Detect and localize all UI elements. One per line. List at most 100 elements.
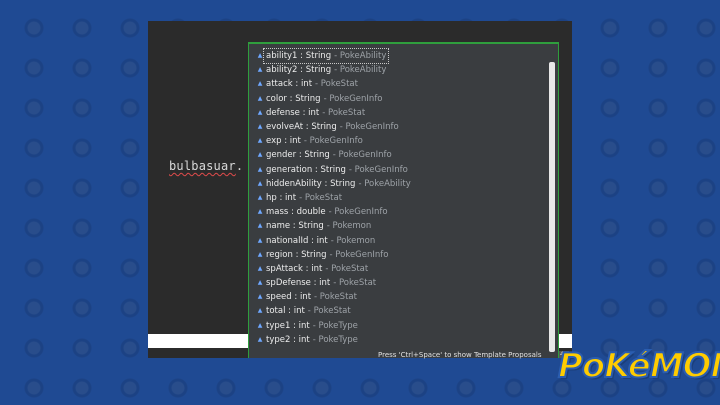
proposal-owner: - PokeStat [325,263,369,274]
proposal-item[interactable]: ▲ spAttack : int - PokeStat [249,262,545,276]
proposal-declaration: attack : int [266,79,313,90]
field-icon: ▲ [257,108,263,116]
popup-scrollbar[interactable] [549,62,555,352]
proposal-declaration: type2 : int [266,334,310,345]
proposal-text: exp : int - PokeGenInfo [266,134,363,148]
proposal-text: attack : int - PokeStat [266,77,358,91]
proposal-text: defense : int - PokeStat [266,106,365,120]
proposal-item[interactable]: ▲ mass : double - PokeGenInfo [249,205,545,219]
code-dot: . [235,159,244,173]
field-icon: ▲ [257,165,263,173]
field-icon: ▲ [257,66,263,74]
field-icon: ▲ [257,179,263,187]
proposal-declaration: generation : String [266,164,346,175]
proposal-owner: - PokeAbility [358,178,411,189]
autocomplete-popup[interactable]: ▲ ability1 : String - PokeAbility ▲ ability2… [248,42,559,358]
proposal-item[interactable]: ▲ type1 : int - PokeType [249,319,545,333]
proposal-declaration: type1 : int [266,320,310,331]
field-icon: ▲ [257,293,263,301]
proposal-owner: - PokeGenInfo [329,249,389,260]
field-icon: ▲ [257,236,263,244]
field-icon: ▲ [257,80,263,88]
proposal-text: mass : double - PokeGenInfo [266,205,388,219]
proposal-text: hiddenAbility : String - PokeAbility [266,177,411,191]
proposal-declaration: hiddenAbility : String [266,178,356,189]
field-icon: ▲ [257,321,263,329]
proposal-declaration: name : String [266,221,324,232]
proposal-declaration: nationalId : int [266,235,328,246]
proposal-list[interactable]: ▲ ability1 : String - PokeAbility ▲ ability2… [249,48,545,347]
proposal-owner: - PokeAbility [334,65,387,76]
proposal-item[interactable]: ▲ name : String - Pokemon [249,219,545,233]
proposal-declaration: defense : int [266,107,320,118]
proposal-item[interactable]: ▲ hp : int - PokeStat [249,191,545,205]
proposal-item[interactable]: ▲ total : int - PokeStat [249,304,545,318]
proposal-owner: - Pokemon [326,221,372,232]
field-icon: ▲ [257,94,263,102]
proposal-owner: - PokeType [312,334,358,345]
field-icon: ▲ [257,279,263,287]
proposal-declaration: region : String [266,249,327,260]
proposal-text: color : String - PokeGenInfo [266,92,383,106]
proposal-declaration: ability1 : String [266,51,332,62]
proposal-text: spDefense : int - PokeStat [266,276,376,290]
proposal-text: total : int - PokeStat [266,304,351,318]
proposal-text: gender : String - PokeGenInfo [266,148,392,162]
field-icon: ▲ [257,137,263,145]
proposal-text: ability2 : String - PokeAbility [266,63,386,77]
proposal-item[interactable]: ▲ region : String - PokeGenInfo [249,248,545,262]
proposal-item[interactable]: ▲ ability2 : String - PokeAbility [249,63,545,77]
field-icon: ▲ [257,335,263,343]
proposal-text: type2 : int - PokeType [266,333,358,347]
proposal-item[interactable]: ▲ color : String - PokeGenInfo [249,92,545,106]
proposal-item[interactable]: ▲ spDefense : int - PokeStat [249,276,545,290]
proposal-owner: - PokeStat [315,79,358,90]
proposal-item[interactable]: ▲ speed : int - PokeStat [249,290,545,304]
proposal-declaration: total : int [266,306,305,317]
proposal-item[interactable]: ▲ generation : String - PokeGenInfo [249,163,545,177]
field-icon: ▲ [257,208,263,216]
proposal-text: hp : int - PokeStat [266,191,342,205]
proposal-text: generation : String - PokeGenInfo [266,163,408,177]
proposal-declaration: ability2 : String [266,65,332,76]
proposal-declaration: spDefense : int [266,278,331,289]
proposal-owner: - PokeGenInfo [332,150,392,161]
field-icon: ▲ [257,250,263,258]
proposal-owner: - PokeStat [333,278,377,289]
field-icon: ▲ [257,123,263,131]
proposal-item[interactable]: ▲ gender : String - PokeGenInfo [249,148,545,162]
proposal-owner: - PokeGenInfo [348,164,408,175]
proposal-text: ability1 : String - PokeAbility [263,48,390,65]
proposal-owner: - PokeStat [314,292,357,303]
field-icon: ▲ [257,151,263,159]
proposal-owner: - PokeStat [307,306,351,317]
proposal-declaration: color : String [266,93,321,104]
proposal-owner: - PokeGenInfo [328,207,388,218]
proposal-item[interactable]: ▲ defense : int - PokeStat [249,106,545,120]
proposal-declaration: hp : int [266,192,297,203]
proposal-owner: - PokeStat [299,192,343,203]
proposal-item[interactable]: ▲ type2 : int - PokeType [249,333,545,347]
proposal-text: spAttack : int - PokeStat [266,262,368,276]
field-icon: ▲ [257,264,263,272]
proposal-text: nationalId : int - Pokemon [266,234,375,248]
proposal-item[interactable]: ▲ exp : int - PokeGenInfo [249,134,545,148]
proposal-declaration: spAttack : int [266,263,323,274]
proposal-item[interactable]: ▲ nationalId : int - Pokemon [249,233,545,247]
proposal-owner: - PokeType [312,320,358,331]
field-icon: ▲ [257,307,263,315]
proposal-item[interactable]: ▲ evolveAt : String - PokeGenInfo [249,120,545,134]
pokemon-logo: PoKéMON [557,345,720,387]
proposal-declaration: speed : int [266,292,312,303]
proposal-declaration: evolveAt : String [266,122,337,133]
code-line[interactable]: bulbasuar. [169,159,243,173]
proposal-text: type1 : int - PokeType [266,319,358,333]
proposal-item[interactable]: ▲ ability1 : String - PokeAbility [249,48,545,65]
proposal-owner: - PokeGenInfo [323,93,383,104]
proposal-item[interactable]: ▲ attack : int - PokeStat [249,77,545,91]
proposal-item[interactable]: ▲ hiddenAbility : String - PokeAbility [249,177,545,191]
field-icon: ▲ [257,193,263,201]
proposal-owner: - PokeAbility [334,51,387,62]
template-proposals-hint: Press 'Ctrl+Space' to show Template Prop… [378,351,542,359]
proposal-text: region : String - PokeGenInfo [266,248,388,262]
